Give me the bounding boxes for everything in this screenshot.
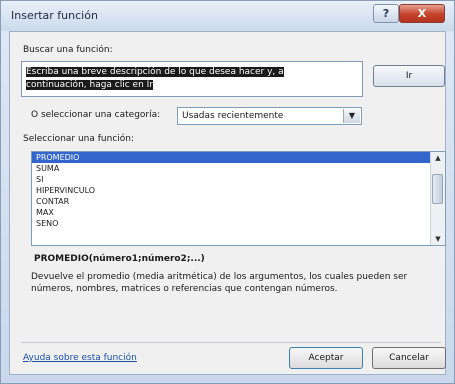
function-list[interactable]: PROMEDIO SUMA SI HIPERVINCULO CONTAR MAX… [31, 151, 446, 246]
scroll-up-arrow-icon[interactable]: ▲ [431, 152, 445, 164]
search-label: Buscar una función: [23, 45, 113, 55]
functions-label: Seleccionar una función: [23, 134, 135, 144]
scroll-thumb[interactable] [432, 174, 443, 204]
ok-button-label: Aceptar [308, 353, 344, 363]
search-input[interactable]: Escriba una breve descripción de lo que … [21, 61, 363, 97]
scroll-down-arrow-icon[interactable]: ▼ [431, 233, 445, 245]
chevron-down-icon[interactable]: ▼ [343, 109, 360, 123]
question-mark-icon: ? [382, 7, 390, 20]
function-item-contar[interactable]: CONTAR [32, 196, 431, 207]
search-text-line-1: Escriba una breve descripción de lo que … [26, 67, 284, 77]
search-text-line-2: continuación, haga clic en Ir [26, 80, 154, 90]
dialog-title: Insertar función [11, 9, 98, 22]
help-on-function-link[interactable]: Ayuda sobre esta función [23, 353, 137, 363]
ok-button[interactable]: Aceptar [289, 347, 363, 369]
go-button[interactable]: Ir [373, 65, 445, 87]
close-icon: X [417, 7, 427, 20]
cancel-button[interactable]: Cancelar [372, 347, 446, 369]
category-selected-value: Usadas recientemente [182, 111, 284, 121]
function-item-hipervinculo[interactable]: HIPERVINCULO [32, 185, 431, 196]
category-select[interactable]: Usadas recientemente ▼ [177, 107, 362, 125]
function-syntax: PROMEDIO(número1;número2;...) [34, 254, 205, 264]
function-item-promedio[interactable]: PROMEDIO [32, 152, 431, 163]
function-item-suma[interactable]: SUMA [32, 163, 431, 174]
function-item-seno[interactable]: SENO [32, 218, 431, 229]
function-item-si[interactable]: SI [32, 174, 431, 185]
category-label: O seleccionar una categoría: [31, 110, 161, 120]
cancel-button-label: Cancelar [389, 353, 429, 363]
close-button[interactable]: X [399, 4, 445, 23]
help-button[interactable]: ? [373, 4, 399, 23]
title-bar: Insertar función ? X [1, 1, 454, 31]
go-button-label: Ir [405, 71, 413, 81]
search-input-text: Escriba una breve descripción de lo que … [26, 66, 326, 92]
function-description: Devuelve el promedio (media aritmética) … [31, 272, 408, 294]
footer-divider [21, 342, 441, 343]
function-item-max[interactable]: MAX [32, 207, 431, 218]
function-list-scrollbar[interactable]: ▲ ▼ [430, 152, 445, 245]
insert-function-dialog: Insertar función ? X Buscar una función:… [0, 0, 455, 384]
